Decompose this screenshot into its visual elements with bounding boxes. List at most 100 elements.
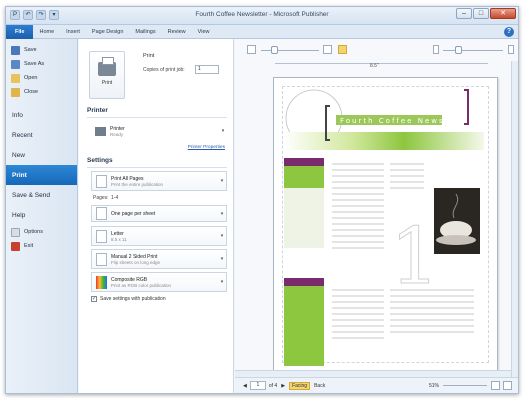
horizontal-scrollbar[interactable]: [235, 370, 511, 377]
nav-help[interactable]: Help: [6, 205, 77, 225]
save-as-icon: [11, 59, 20, 69]
duplex-text: Manual 2 Sided Print Flip sheets on long…: [111, 254, 218, 265]
nav-save[interactable]: Save: [6, 43, 77, 57]
slider-knob[interactable]: [271, 46, 278, 54]
nav-save-send[interactable]: Save & Send: [6, 185, 77, 205]
backstage-nav: Save Save As Open Close Info Recent New …: [6, 39, 78, 393]
two-pages-icon[interactable]: [338, 45, 347, 54]
duplex-select[interactable]: Manual 2 Sided Print Flip sheets on long…: [91, 249, 227, 269]
color-text: Composite RGB Print as RGB color publica…: [111, 277, 218, 288]
options-icon: [11, 227, 20, 237]
nav-exit[interactable]: Exit: [6, 239, 77, 253]
tab-review[interactable]: Review: [162, 25, 192, 39]
nav-save-as-label: Save As: [24, 61, 45, 67]
save-settings-checkbox[interactable]: ✓: [91, 296, 97, 302]
paper-sub: 8.5 x 11: [111, 236, 127, 242]
nav-print[interactable]: Print: [6, 165, 77, 185]
svg-text:1: 1: [390, 212, 440, 302]
paper-select[interactable]: Letter 8.5 x 11 ▾: [91, 226, 227, 246]
tab-view[interactable]: View: [192, 25, 216, 39]
page-number-input[interactable]: 1: [249, 381, 266, 390]
print-preview: 8.5" Fourth Coffee News 1 ◀ 1 of 4 ▶ Fac…: [235, 39, 518, 393]
zoom-level: 51%: [428, 382, 439, 389]
nav-options[interactable]: Options: [6, 225, 77, 239]
tab-home[interactable]: Home: [33, 25, 60, 39]
ruler-toggle-icon[interactable]: [247, 45, 256, 54]
layout-title: One page per sheet: [111, 210, 156, 217]
help-icon[interactable]: ?: [504, 27, 514, 37]
chevron-down-icon: ▾: [220, 210, 224, 217]
publisher-window: P ↶ ↷ ▾ Fourth Coffee Newsletter - Micro…: [5, 6, 519, 394]
paper-icon: [96, 229, 107, 243]
settings-heading: Settings: [87, 157, 113, 164]
print-button[interactable]: Print: [89, 51, 125, 99]
one-page-icon: [96, 207, 107, 220]
printer-select-text: Printer Ready: [110, 126, 219, 137]
window-title: Fourth Coffee Newsletter - Microsoft Pub…: [195, 11, 329, 18]
nav-info[interactable]: Info: [6, 105, 77, 125]
pin-icon[interactable]: [508, 45, 514, 54]
nav-save-as[interactable]: Save As: [6, 57, 77, 71]
svg-text:Fourth Coffee News: Fourth Coffee News: [340, 117, 445, 125]
printer-properties-link[interactable]: Printer Properties: [188, 145, 225, 150]
tab-page-design[interactable]: Page Design: [86, 25, 130, 39]
pages-icon: [96, 174, 107, 188]
chevron-down-icon: ▾: [220, 233, 224, 239]
copies-stepper[interactable]: 1: [195, 65, 219, 74]
save-settings-checkbox-row[interactable]: ✓ Save settings with publication: [91, 296, 166, 302]
copies-label: Copies of print job:: [143, 67, 185, 73]
tab-insert[interactable]: Insert: [60, 25, 86, 39]
settings-divider: [87, 167, 227, 168]
back-page-icon[interactable]: [433, 45, 439, 54]
transparency-slider[interactable]: [261, 50, 319, 51]
nav-new[interactable]: New: [6, 145, 77, 165]
ruler-label: 8.5": [370, 63, 379, 69]
layout-select[interactable]: One page per sheet ▾: [91, 205, 227, 222]
folder-icon: [11, 73, 20, 83]
nav-open[interactable]: Open: [6, 71, 77, 85]
back-button[interactable]: Back: [314, 383, 325, 389]
ruler-line: [275, 63, 488, 64]
facing-button[interactable]: Facing: [289, 381, 311, 390]
printer-status-icon: [95, 126, 106, 136]
nav-close[interactable]: Close: [6, 85, 77, 99]
nav-save-label: Save: [24, 47, 37, 53]
newsletter-artwork: Fourth Coffee News 1: [284, 89, 484, 366]
rgb-color-icon: [96, 275, 107, 289]
paper-text: Letter 8.5 x 11: [111, 231, 218, 242]
chevron-down-icon: ▾: [221, 128, 225, 134]
second-slider[interactable]: [443, 50, 503, 51]
second-slider-knob[interactable]: [455, 46, 462, 54]
minimize-button[interactable]: –: [456, 8, 472, 19]
nav-options-label: Options: [24, 229, 43, 235]
print-button-label: Print: [101, 80, 113, 86]
window-controls: – □ ✕: [456, 8, 516, 19]
tab-file[interactable]: File: [6, 24, 34, 39]
printer-icon: [98, 57, 116, 76]
close-button[interactable]: ✕: [490, 8, 516, 19]
tab-mailings[interactable]: Mailings: [129, 25, 161, 39]
printer-select[interactable]: Printer Ready ▾: [91, 121, 227, 141]
chevron-down-icon: ▾: [220, 279, 224, 285]
print-settings-panel: Print Print Copies of print job: 1 Print…: [79, 39, 234, 393]
save-icon: [11, 45, 20, 55]
title-bar: P ↶ ↷ ▾ Fourth Coffee Newsletter - Micro…: [6, 7, 518, 25]
vertical-scrollbar[interactable]: [511, 61, 518, 377]
prev-page-button[interactable]: ◀: [243, 383, 247, 389]
maximize-button[interactable]: □: [473, 8, 489, 19]
duplex-icon: [96, 252, 107, 266]
print-range-sub: Print the entire publication: [111, 181, 164, 187]
print-range-select[interactable]: Print All Pages Print the entire publica…: [91, 171, 227, 191]
zoom-slider[interactable]: [443, 385, 487, 386]
nav-recent[interactable]: Recent: [6, 125, 77, 145]
next-page-button[interactable]: ▶: [281, 383, 285, 389]
fit-page-icon[interactable]: [491, 381, 500, 390]
pages-input[interactable]: 1-4: [111, 195, 118, 201]
multiple-pages-icon[interactable]: [503, 381, 512, 390]
nav-exit-label: Exit: [24, 243, 34, 249]
color-select[interactable]: Composite RGB Print as RGB color publica…: [91, 272, 227, 292]
page-count-label: of 4: [268, 382, 278, 389]
front-page-icon[interactable]: [323, 45, 332, 54]
print-heading: Print: [143, 53, 155, 59]
newsletter-page: Fourth Coffee News 1: [273, 77, 498, 372]
